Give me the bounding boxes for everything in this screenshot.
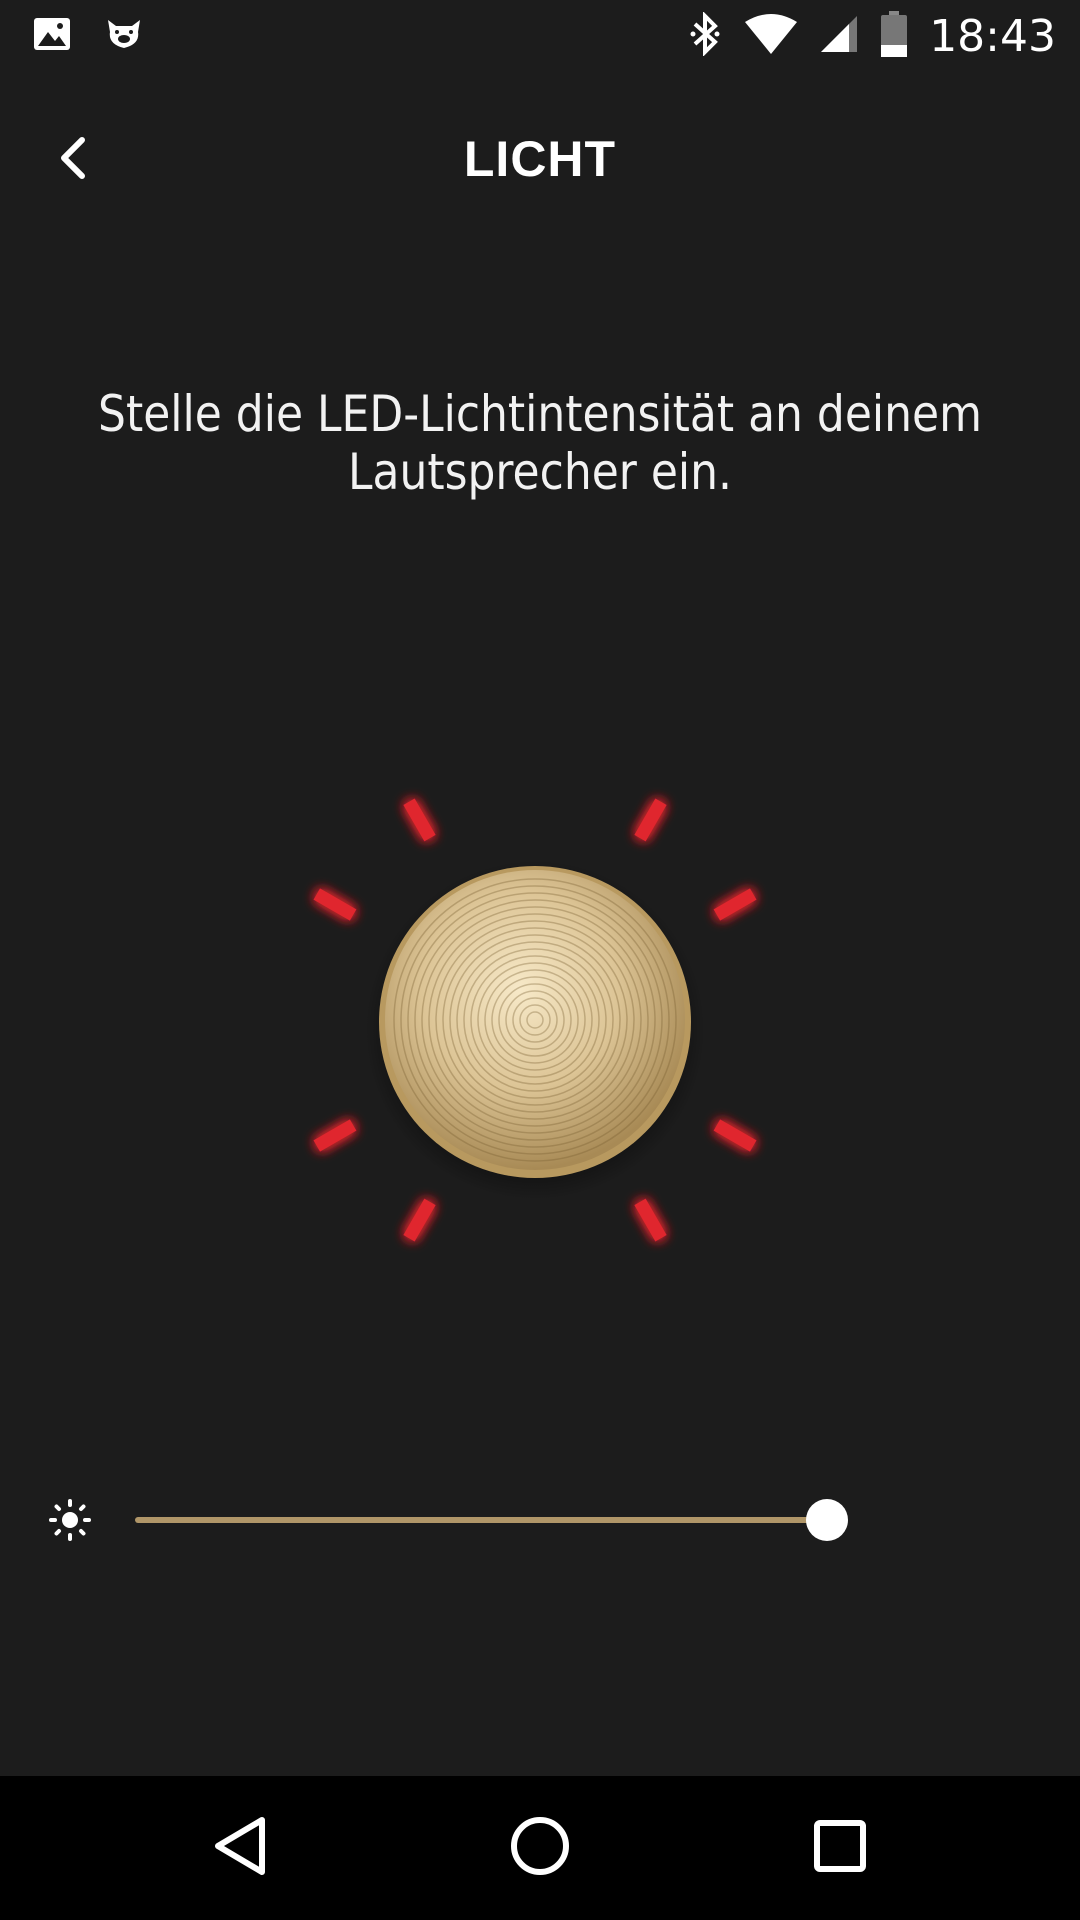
status-bar: 18:43 — [0, 0, 1080, 72]
slider-track[interactable] — [135, 1517, 835, 1523]
app-toolbar: LICHT — [0, 100, 1080, 220]
instruction-text: Stelle die LED-Lichtintensität an deinem… — [98, 385, 982, 501]
nav-back-button[interactable] — [204, 1812, 276, 1884]
back-nav-icon — [210, 1814, 270, 1883]
slider-thumb[interactable] — [806, 1499, 848, 1541]
knob-graphic — [283, 768, 787, 1242]
led-knob — [235, 730, 835, 1330]
led-segment — [634, 1198, 667, 1242]
wifi-icon — [745, 13, 798, 59]
led-segment — [313, 1119, 357, 1152]
status-time: 18:43 — [929, 10, 1056, 62]
pig-icon — [104, 14, 144, 59]
led-segment — [713, 1119, 757, 1152]
brightness-icon — [48, 1498, 92, 1542]
nav-recents-button[interactable] — [804, 1812, 876, 1884]
cell-signal-icon — [819, 14, 859, 59]
battery-icon — [881, 10, 908, 62]
led-segment — [713, 888, 757, 921]
image-icon — [32, 14, 72, 59]
led-segment — [403, 798, 436, 842]
page-title: LICHT — [463, 131, 617, 187]
home-nav-icon — [508, 1814, 572, 1883]
led-segment — [634, 798, 667, 842]
system-nav-bar — [0, 1776, 1080, 1920]
led-segment — [403, 1198, 436, 1242]
recents-nav-icon — [812, 1818, 868, 1879]
bluetooth-icon — [687, 10, 723, 61]
led-segment — [313, 888, 357, 921]
brightness-slider[interactable] — [40, 1470, 900, 1570]
nav-home-button[interactable] — [504, 1812, 576, 1884]
knob-face — [385, 870, 685, 1170]
